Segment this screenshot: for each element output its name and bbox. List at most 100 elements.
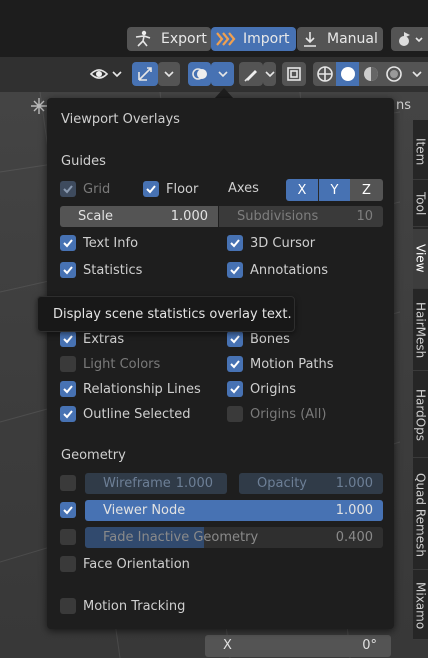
shading-rendered[interactable] xyxy=(382,62,405,86)
origins-all-label: Origins (All) xyxy=(250,406,327,422)
grid-toggle[interactable]: Grid xyxy=(60,181,110,197)
sidebar-tab-view[interactable]: View xyxy=(413,229,428,289)
import-chevrons-icon xyxy=(216,32,236,46)
chevron-down-icon xyxy=(264,71,275,78)
rotation-x-value: 0° xyxy=(362,638,377,653)
viewer-node-toggle[interactable] xyxy=(60,502,76,518)
export-figure-icon xyxy=(135,30,151,47)
motion-tracking-label: Motion Tracking xyxy=(83,598,186,614)
relationship-lines-toggle[interactable]: Relationship Lines xyxy=(60,381,201,397)
sidebar-tab-item[interactable]: Item xyxy=(413,125,428,180)
navigation-icon[interactable] xyxy=(30,97,48,115)
grid-scale-value: 1.000 xyxy=(170,209,208,224)
import-button[interactable]: Import xyxy=(211,27,296,51)
manual-button[interactable]: Manual xyxy=(297,27,383,51)
wireframe-toggle[interactable] xyxy=(60,475,76,491)
relationship-lines-checkbox[interactable] xyxy=(60,381,76,397)
chevron-down-icon xyxy=(411,71,422,78)
fade-inactive-checkbox[interactable] xyxy=(60,529,76,545)
viewer-node-field[interactable]: Viewer Node 1.000 xyxy=(85,500,383,521)
chevron-down-icon xyxy=(164,71,174,78)
shading-solid[interactable] xyxy=(336,62,359,86)
sidebar-partial-label: ns xyxy=(396,98,412,113)
text-info-toggle[interactable]: Text Info xyxy=(60,235,138,251)
subdivisions-field[interactable]: Subdivisions 10 xyxy=(219,206,383,227)
viewer-node-checkbox[interactable] xyxy=(60,502,76,518)
annotations-checkbox[interactable] xyxy=(227,262,243,278)
statistics-toggle[interactable]: Statistics xyxy=(60,262,142,278)
fade-inactive-label: Fade Inactive Geometry xyxy=(103,530,259,545)
scene-button[interactable] xyxy=(391,27,428,51)
wireframe-field[interactable]: Wireframe 1.000 xyxy=(85,473,227,494)
rotation-x-label: X xyxy=(223,638,232,653)
sidebar-tab-mixamo[interactable]: Mixamo xyxy=(413,572,428,640)
sidebar-tab-hairmesh[interactable]: HairMesh xyxy=(413,291,428,371)
axis-y-toggle[interactable]: Y xyxy=(318,179,350,201)
sidebar-tab-hardops[interactable]: HardOps xyxy=(413,373,428,458)
grid-checkbox[interactable] xyxy=(60,181,76,197)
face-orientation-checkbox[interactable] xyxy=(60,556,76,572)
shading-material[interactable] xyxy=(359,62,382,86)
extras-checkbox[interactable] xyxy=(60,331,76,347)
check-icon xyxy=(63,266,73,275)
floor-toggle[interactable]: Floor xyxy=(143,181,198,197)
outline-selected-toggle[interactable]: Outline Selected xyxy=(60,406,191,422)
check-icon xyxy=(230,360,240,369)
gizmo-dropdown[interactable] xyxy=(158,62,180,86)
light-colors-toggle[interactable]: Light Colors xyxy=(60,356,160,372)
check-icon xyxy=(230,385,240,394)
wireframe-sphere-icon xyxy=(316,66,333,82)
grid-scale-field[interactable]: Scale 1.000 xyxy=(60,206,218,227)
origins-toggle[interactable]: Origins xyxy=(227,381,296,397)
relationship-lines-label: Relationship Lines xyxy=(83,381,201,397)
origins-all-checkbox[interactable] xyxy=(227,406,243,422)
floor-checkbox[interactable] xyxy=(143,181,159,197)
axis-x-toggle[interactable]: X xyxy=(286,179,318,201)
check-icon xyxy=(63,506,73,515)
overlays-toggle[interactable] xyxy=(188,62,211,86)
visibility-dropdown[interactable] xyxy=(88,62,126,86)
wireframe-checkbox[interactable] xyxy=(60,475,76,491)
motion-tracking-toggle[interactable]: Motion Tracking xyxy=(60,598,185,614)
edit-overlays-dropdown[interactable] xyxy=(263,62,276,86)
text-info-label: Text Info xyxy=(83,235,139,251)
fade-inactive-toggle[interactable] xyxy=(60,529,76,545)
outline-selected-checkbox[interactable] xyxy=(60,406,76,422)
cursor-checkbox[interactable] xyxy=(227,235,243,251)
brush-icon xyxy=(244,70,257,82)
cursor-label: 3D Cursor xyxy=(250,235,316,251)
check-icon xyxy=(146,185,156,194)
bones-checkbox[interactable] xyxy=(227,331,243,347)
sidebar-tab-quad-remesh[interactable]: Quad Remesh xyxy=(413,460,428,570)
cursor-toggle[interactable]: 3D Cursor xyxy=(227,235,315,251)
axis-z-toggle[interactable]: Z xyxy=(350,179,383,201)
annotations-toggle[interactable]: Annotations xyxy=(227,262,328,278)
motion-tracking-checkbox[interactable] xyxy=(60,598,76,614)
geometry-heading: Geometry xyxy=(61,448,126,463)
edit-overlays-toggle[interactable] xyxy=(239,62,263,86)
download-icon xyxy=(304,32,316,47)
fade-inactive-field[interactable]: Fade Inactive Geometry 0.400 xyxy=(85,527,383,548)
rotation-x-field[interactable]: X 0° xyxy=(205,635,391,657)
gizmo-toggle[interactable] xyxy=(132,62,158,86)
text-info-checkbox[interactable] xyxy=(60,235,76,251)
xray-toggle[interactable] xyxy=(282,62,306,86)
origins-all-toggle[interactable]: Origins (All) xyxy=(227,406,326,422)
extras-toggle[interactable]: Extras xyxy=(60,331,124,347)
overlays-dropdown[interactable] xyxy=(211,62,234,86)
light-colors-checkbox[interactable] xyxy=(60,356,76,372)
motion-paths-checkbox[interactable] xyxy=(227,356,243,372)
bones-toggle[interactable]: Bones xyxy=(227,331,290,347)
origins-checkbox[interactable] xyxy=(227,381,243,397)
statistics-checkbox[interactable] xyxy=(60,262,76,278)
sidebar-tab-tool[interactable]: Tool xyxy=(413,182,428,227)
shading-dropdown[interactable] xyxy=(405,62,428,86)
viewer-node-label: Viewer Node xyxy=(103,503,186,518)
opacity-field[interactable]: Opacity 1.000 xyxy=(239,473,383,494)
overlays-icon xyxy=(191,68,207,80)
face-orientation-toggle[interactable]: Face Orientation xyxy=(60,556,190,572)
export-button[interactable]: Export xyxy=(127,27,211,51)
motion-paths-toggle[interactable]: Motion Paths xyxy=(227,356,334,372)
check-icon xyxy=(63,239,73,248)
shading-wireframe[interactable] xyxy=(313,62,336,86)
